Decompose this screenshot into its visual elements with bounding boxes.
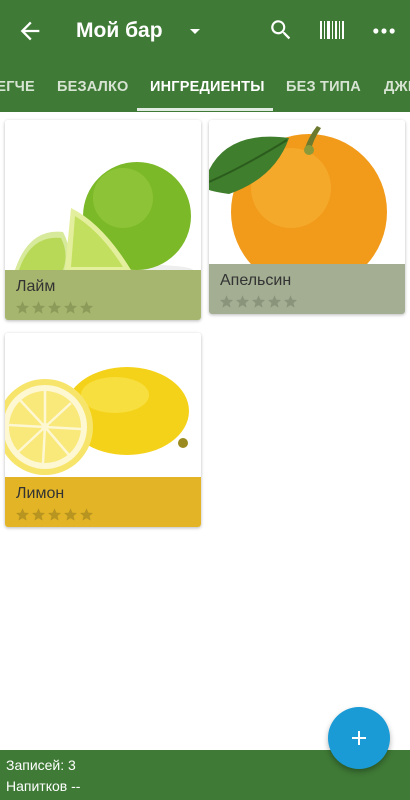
tab-ingredients[interactable]: ИНГРЕДИЕНТЫ xyxy=(150,62,265,112)
star-icon[interactable] xyxy=(31,507,46,522)
dropdown-icon xyxy=(189,29,200,34)
add-ingredient-button[interactable] xyxy=(328,707,390,769)
rating-stars[interactable] xyxy=(219,294,298,308)
search-icon[interactable] xyxy=(268,17,294,43)
star-icon[interactable] xyxy=(219,294,234,309)
ingredient-card-orange[interactable]: Апельсин xyxy=(209,120,405,314)
star-icon[interactable] xyxy=(79,300,94,315)
orange-image xyxy=(209,120,405,264)
back-arrow-icon[interactable] xyxy=(16,17,44,45)
lime-image xyxy=(5,120,201,270)
ingredient-name: Лимон xyxy=(16,485,65,502)
star-icon[interactable] xyxy=(283,294,298,309)
plus-icon xyxy=(352,731,366,745)
category-tabs: ЛЕГЧЕ БЕЗАЛКО ИНГРЕДИЕНТЫ БЕЗ ТИПА ДЖИН xyxy=(0,62,410,112)
app-bar: Мой бар xyxy=(0,0,410,62)
star-icon[interactable] xyxy=(15,507,30,522)
tab-non-alcoholic[interactable]: БЕЗАЛКО xyxy=(57,62,129,112)
more-icon[interactable] xyxy=(370,17,398,45)
tab-lighter[interactable]: ЛЕГЧЕ xyxy=(0,62,35,112)
tab-no-type[interactable]: БЕЗ ТИПА xyxy=(286,62,361,112)
card-info: Лайм xyxy=(5,270,201,320)
ingredient-card-lime[interactable]: Лайм xyxy=(5,120,201,320)
star-icon[interactable] xyxy=(47,507,62,522)
star-icon[interactable] xyxy=(47,300,62,315)
star-icon[interactable] xyxy=(235,294,250,309)
tab-indicator xyxy=(137,108,273,111)
card-info: Апельсин xyxy=(209,264,405,314)
star-icon[interactable] xyxy=(31,300,46,315)
page-title: Мой бар xyxy=(76,19,163,42)
rating-stars[interactable] xyxy=(15,300,94,314)
ingredient-card-lemon[interactable]: Лимон xyxy=(5,333,201,527)
star-icon[interactable] xyxy=(15,300,30,315)
lemon-image xyxy=(5,333,201,477)
card-info: Лимон xyxy=(5,477,201,527)
star-icon[interactable] xyxy=(251,294,266,309)
bar-selector[interactable]: Мой бар xyxy=(76,16,207,46)
star-icon[interactable] xyxy=(63,300,78,315)
ingredient-name: Лайм xyxy=(16,278,56,295)
ingredient-name: Апельсин xyxy=(220,272,292,289)
rating-stars[interactable] xyxy=(15,507,94,521)
drinks-count: Напитков -- xyxy=(6,778,81,794)
star-icon[interactable] xyxy=(63,507,78,522)
star-icon[interactable] xyxy=(79,507,94,522)
barcode-icon[interactable] xyxy=(319,19,345,41)
star-icon[interactable] xyxy=(267,294,282,309)
records-count: Записей: 3 xyxy=(6,757,76,773)
tab-gin[interactable]: ДЖИН xyxy=(384,62,410,112)
